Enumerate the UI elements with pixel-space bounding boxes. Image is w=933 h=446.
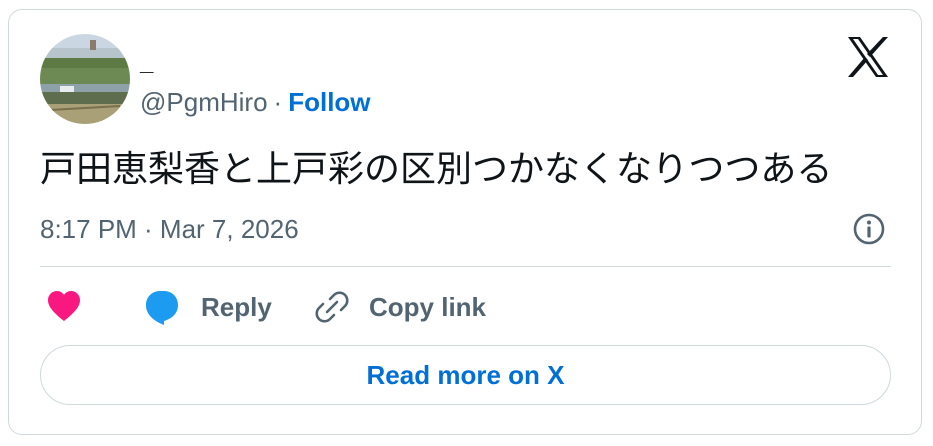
divider: [40, 266, 891, 267]
author-display-name[interactable]: _: [140, 48, 153, 78]
author-handle[interactable]: @PgmHiro: [140, 87, 268, 117]
tweet-text: 戸田恵梨香と上戸彩の区別つかなくなりつつある: [40, 149, 833, 190]
author-handle-line: @PgmHiro · Follow: [140, 86, 371, 118]
avatar[interactable]: [40, 34, 130, 124]
info-icon[interactable]: [852, 212, 886, 246]
handle-separator: ·: [273, 87, 283, 117]
reply-bubble-icon[interactable]: [144, 289, 180, 325]
tweet-timestamp[interactable]: 8:17 PM · Mar 7, 2026: [40, 212, 299, 246]
copy-link-button[interactable]: Copy link: [369, 290, 486, 324]
read-more-button[interactable]: Read more on X: [40, 345, 891, 405]
read-more-label: Read more on X: [366, 359, 565, 390]
follow-button[interactable]: Follow: [288, 87, 370, 117]
heart-icon[interactable]: [46, 289, 82, 325]
x-logo-icon[interactable]: [846, 36, 890, 78]
reply-button[interactable]: Reply: [201, 290, 272, 324]
link-icon[interactable]: [314, 289, 350, 325]
avatar-photo: [40, 34, 130, 124]
